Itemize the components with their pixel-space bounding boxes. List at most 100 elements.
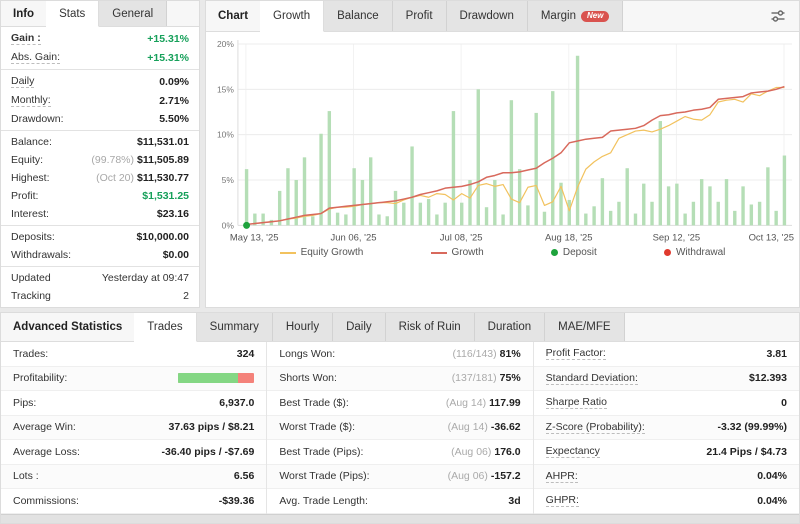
standard-deviation-label[interactable]: Standard Deviation: [546, 372, 638, 385]
profitability-bar [178, 373, 254, 383]
stat-row-profit: Profit: $1,531.25 [1, 187, 199, 205]
stat-row-shorts-won: Shorts Won: (137/181)75% [267, 367, 532, 392]
stat-row-deposits: Deposits: $10,000.00 [1, 228, 199, 246]
profit-label: Profit: [11, 190, 38, 202]
chart-legend: Equity Growth Growth Deposit Withdrawal [206, 245, 799, 258]
stat-row-standard-deviation: Standard Deviation: $12.393 [534, 367, 799, 392]
tab-general[interactable]: General [99, 1, 167, 26]
left-panel-tabs: Info Stats General [1, 1, 199, 27]
interest-label: Interest: [11, 208, 49, 220]
svg-text:Jul 08, '25: Jul 08, '25 [440, 232, 483, 243]
daily-value: 0.09% [159, 76, 189, 88]
ghpr-value: 0.04% [757, 495, 787, 507]
legend-withdrawal-label: Withdrawal [676, 247, 725, 258]
abs-gain-label[interactable]: Abs. Gain: [11, 51, 60, 64]
z-score-label[interactable]: Z-Score (Probability): [546, 421, 645, 434]
equity-growth-line-swatch [280, 252, 296, 254]
commissions-label: Commissions: [13, 495, 79, 507]
trades-label: Trades: [13, 348, 48, 360]
highest-value: (Oct 20)$11,530.77 [96, 172, 189, 184]
withdrawals-label: Withdrawals: [11, 249, 71, 261]
chart-panel: Chart Growth Balance Profit Drawdown Mar… [205, 0, 800, 308]
svg-text:Aug 18, '25: Aug 18, '25 [545, 232, 593, 243]
stat-row-daily: Daily 0.09% [1, 72, 199, 91]
standard-deviation-value: $12.393 [749, 372, 787, 384]
legend-deposit[interactable]: Deposit [551, 247, 597, 258]
abs-gain-value: +15.31% [147, 52, 189, 64]
account-stats-panel: Info Stats General Gain : +15.31% Abs. G… [0, 0, 200, 308]
growth-chart-area: May 13, '25Jun 06, '25Jul 08, '25Aug 18,… [206, 32, 799, 245]
tab-drawdown[interactable]: Drawdown [447, 1, 528, 31]
tab-stats[interactable]: Stats [46, 1, 99, 27]
sharpe-ratio-label[interactable]: Sharpe Ratio [546, 396, 607, 409]
tracking-value: 2 [183, 290, 189, 302]
advanced-statistics-label: Advanced Statistics [1, 313, 134, 341]
best-trade-pips-label: Best Trade (Pips): [279, 446, 363, 458]
legend-deposit-label: Deposit [563, 247, 597, 258]
svg-text:0%: 0% [222, 220, 235, 230]
legend-withdrawal[interactable]: Withdrawal [664, 247, 725, 258]
tab-margin-label: Margin [541, 10, 576, 22]
best-trade-usd-value: (Aug 14)117.99 [446, 397, 521, 409]
top-area: Info Stats General Gain : +15.31% Abs. G… [0, 0, 800, 308]
profit-factor-label[interactable]: Profit Factor: [546, 347, 606, 360]
average-win-value: 37.63 pips / $8.21 [169, 421, 255, 433]
svg-text:15%: 15% [217, 84, 234, 94]
legend-growth[interactable]: Growth [431, 247, 484, 258]
tab-mae-mfe[interactable]: MAE/MFE [545, 313, 624, 341]
growth-chart: May 13, '25Jun 06, '25Jul 08, '25Aug 18,… [208, 36, 797, 245]
balance-value: $11,531.01 [137, 136, 189, 148]
svg-text:Oct 13, '25: Oct 13, '25 [749, 232, 794, 243]
equity-value: (99.78%)$11,505.89 [91, 154, 189, 166]
ahpr-label[interactable]: AHPR: [546, 470, 578, 483]
stats-column-1: Trades: 324 Profitability: Pips: 6,937.0… [1, 342, 267, 514]
expectancy-value: 21.4 Pips / $4.73 [706, 446, 787, 458]
tab-growth[interactable]: Growth [260, 1, 324, 32]
highest-label: Highest: [11, 172, 50, 184]
tab-hourly[interactable]: Hourly [273, 313, 333, 341]
tracking-label: Tracking [11, 290, 51, 302]
rates-group: Daily 0.09% Monthly: 2.71% Drawdown: 5.5… [1, 70, 199, 131]
stat-row-ghpr: GHPR: 0.04% [534, 489, 799, 514]
tab-duration[interactable]: Duration [475, 313, 545, 341]
tab-summary[interactable]: Summary [197, 313, 273, 341]
tab-balance[interactable]: Balance [324, 1, 393, 31]
stat-row-pips: Pips: 6,937.0 [1, 391, 266, 416]
expectancy-label[interactable]: Expectancy [546, 445, 600, 458]
average-loss-label: Average Loss: [13, 446, 80, 458]
chart-settings-button[interactable] [757, 1, 799, 31]
stat-row-longs-won: Longs Won: (116/143)81% [267, 342, 532, 367]
tab-trades[interactable]: Trades [134, 313, 196, 342]
stat-row-interest: Interest: $23.16 [1, 205, 199, 223]
legend-equity-growth[interactable]: Equity Growth [280, 247, 364, 258]
best-trade-pips-value: (Aug 06)176.0 [451, 446, 521, 458]
profit-value: $1,531.25 [142, 190, 189, 202]
longs-won-value: (116/143)81% [452, 348, 520, 360]
lots-label: Lots : [13, 470, 39, 482]
pips-label: Pips: [13, 397, 36, 409]
advanced-statistics-panel: Advanced Statistics Trades Summary Hourl… [0, 312, 800, 524]
z-score-value: -3.32 (99.99%) [718, 421, 787, 433]
stat-row-equity: Equity: (99.78%)$11,505.89 [1, 151, 199, 169]
stat-row-sharpe-ratio: Sharpe Ratio 0 [534, 391, 799, 416]
trades-value: 324 [237, 348, 255, 360]
stat-row-average-win: Average Win: 37.63 pips / $8.21 [1, 416, 266, 441]
tab-daily[interactable]: Daily [333, 313, 386, 341]
stats-column-2: Longs Won: (116/143)81% Shorts Won: (137… [267, 342, 533, 514]
monthly-label[interactable]: Monthly: [11, 94, 51, 107]
tab-margin[interactable]: Margin New [528, 1, 624, 31]
strip-spacer [625, 313, 799, 341]
stat-row-withdrawals: Withdrawals: $0.00 [1, 246, 199, 264]
tab-profit[interactable]: Profit [393, 1, 447, 31]
gain-label[interactable]: Gain : [11, 32, 41, 45]
ghpr-label[interactable]: GHPR: [546, 494, 579, 507]
stat-row-tracking: Tracking 2 [1, 287, 199, 305]
ahpr-value: 0.04% [757, 470, 787, 482]
tab-risk-of-ruin[interactable]: Risk of Ruin [386, 313, 475, 341]
tab-info[interactable]: Info [1, 1, 46, 26]
deposits-label: Deposits: [11, 231, 55, 243]
deposits-value: $10,000.00 [136, 231, 189, 243]
daily-label[interactable]: Daily [11, 75, 34, 88]
strip-spacer [623, 1, 757, 31]
stat-row-monthly: Monthly: 2.71% [1, 91, 199, 110]
